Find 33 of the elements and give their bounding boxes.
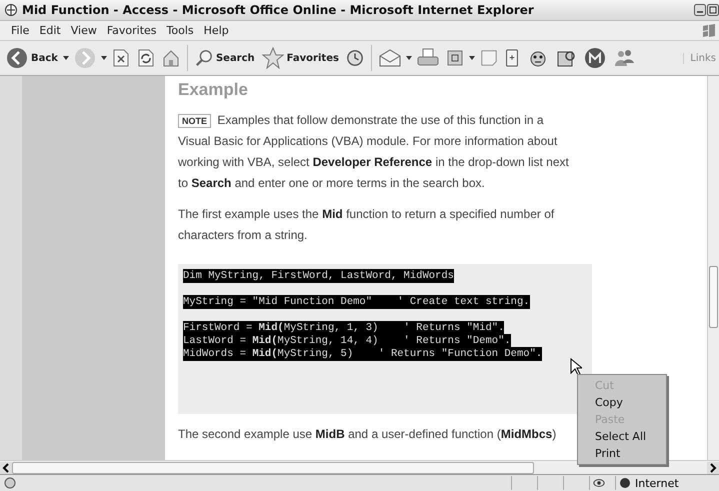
back-button[interactable]: Back (4, 45, 60, 71)
search-icon (194, 49, 213, 67)
flag-logo-icon (701, 22, 717, 38)
menu-item[interactable]: Help (198, 24, 234, 37)
dropdown-caret-icon[interactable] (468, 56, 475, 60)
section-heading: Example (178, 80, 249, 100)
menu-item[interactable]: Favorites (102, 24, 162, 37)
scroll-right-icon[interactable] (707, 462, 719, 474)
dropdown-caret-icon[interactable] (406, 56, 412, 60)
paragraph: The first example uses the Mid function to return a specified number of characters from a string. (178, 206, 556, 244)
dropdown-caret-icon[interactable] (62, 56, 69, 60)
star-icon (262, 47, 284, 69)
context-menu-item[interactable]: Select All (578, 428, 666, 445)
minimize-icon[interactable] (694, 4, 706, 16)
globe-icon (619, 477, 631, 489)
window-title: Mid Function - Access - Microsoft Office Online - Microsoft Internet Explorer (22, 3, 535, 17)
menu-item[interactable]: View (66, 24, 102, 37)
menu-item[interactable]: Tools (162, 24, 199, 37)
scroll-left-icon[interactable] (0, 462, 12, 474)
search-button[interactable]: Search (192, 45, 257, 71)
vertical-scrollbar[interactable] (707, 76, 719, 460)
zone-label: Internet (635, 476, 679, 490)
dropdown-caret-icon[interactable] (100, 56, 107, 60)
paragraph: The second example use MidB and a user-defined function (MidMbcs) (178, 426, 558, 443)
context-menu-item[interactable]: Copy (578, 394, 666, 411)
note-paragraph: NOTE Examples that follow demonstrate the use of this function in a Visual Basic for Applications (VBA) module. For more information about working with VBA, select Developer Reference in the drop-down list next to Search and enter one or more terms in the search box. (178, 112, 570, 192)
menu-item[interactable]: File (6, 24, 34, 37)
horizontal-scrollbar[interactable] (0, 460, 719, 474)
pointer-cursor-icon (570, 358, 582, 376)
menu-item[interactable]: Edit (34, 24, 66, 37)
favorites-button[interactable]: Favorites (260, 45, 341, 71)
context-menu-item[interactable]: Print (578, 445, 666, 462)
maximize-icon[interactable] (707, 4, 719, 16)
